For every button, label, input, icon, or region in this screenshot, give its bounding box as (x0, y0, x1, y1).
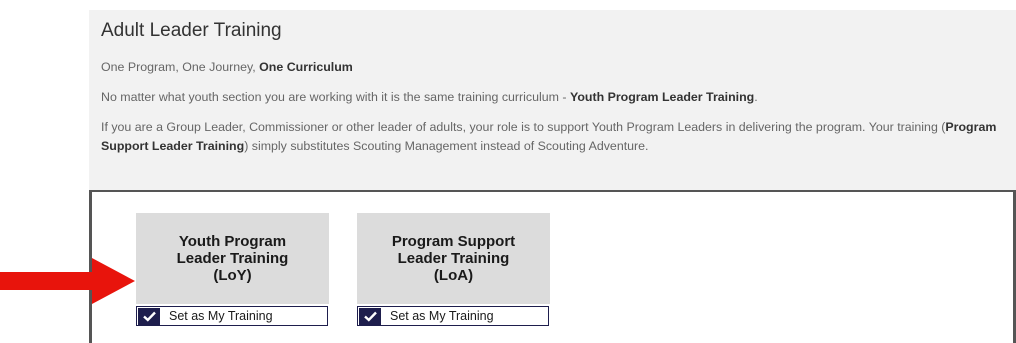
same-curriculum-suffix: . (754, 90, 758, 104)
support-role-text-a: If you are a Group Leader, Commissioner … (101, 120, 946, 134)
checkbox-loa[interactable] (359, 307, 381, 325)
set-as-my-training-label: Set as My Training (169, 309, 273, 323)
curriculum-line-bold: One Curriculum (259, 60, 353, 74)
set-as-my-training-button-loy[interactable]: Set as My Training (136, 306, 328, 326)
check-icon (142, 311, 156, 322)
same-curriculum-line: No matter what youth section you are wor… (101, 88, 758, 107)
curriculum-line: One Program, One Journey, One Curriculum (101, 58, 353, 77)
panel-title: Adult Leader Training (101, 20, 282, 41)
program-support-training-tile[interactable]: Program Support Leader Training (LoA) (357, 213, 550, 304)
checkbox-loy[interactable] (138, 307, 160, 325)
curriculum-line-text: One Program, One Journey, (101, 60, 260, 74)
set-as-my-training-label: Set as My Training (390, 309, 494, 323)
adult-leader-training-panel: Adult Leader Training One Program, One J… (89, 10, 1016, 190)
youth-program-training-name: Youth Program Leader Training (569, 90, 755, 104)
tile-title-loa: Program Support Leader Training (LoA) (391, 233, 516, 284)
set-as-my-training-button-loa[interactable]: Set as My Training (357, 306, 549, 326)
youth-program-training-tile[interactable]: Youth Program Leader Training (LoY) (136, 213, 329, 304)
tile-title-loy: Youth Program Leader Training (LoY) (176, 233, 289, 284)
red-arrow-annotation-icon (0, 258, 135, 304)
check-icon (363, 311, 377, 322)
support-role-paragraph: If you are a Group Leader, Commissioner … (101, 118, 1016, 156)
support-role-text-b: ) simply substitutes Scouting Management… (244, 139, 649, 153)
same-curriculum-text: No matter what youth section you are wor… (101, 90, 570, 104)
